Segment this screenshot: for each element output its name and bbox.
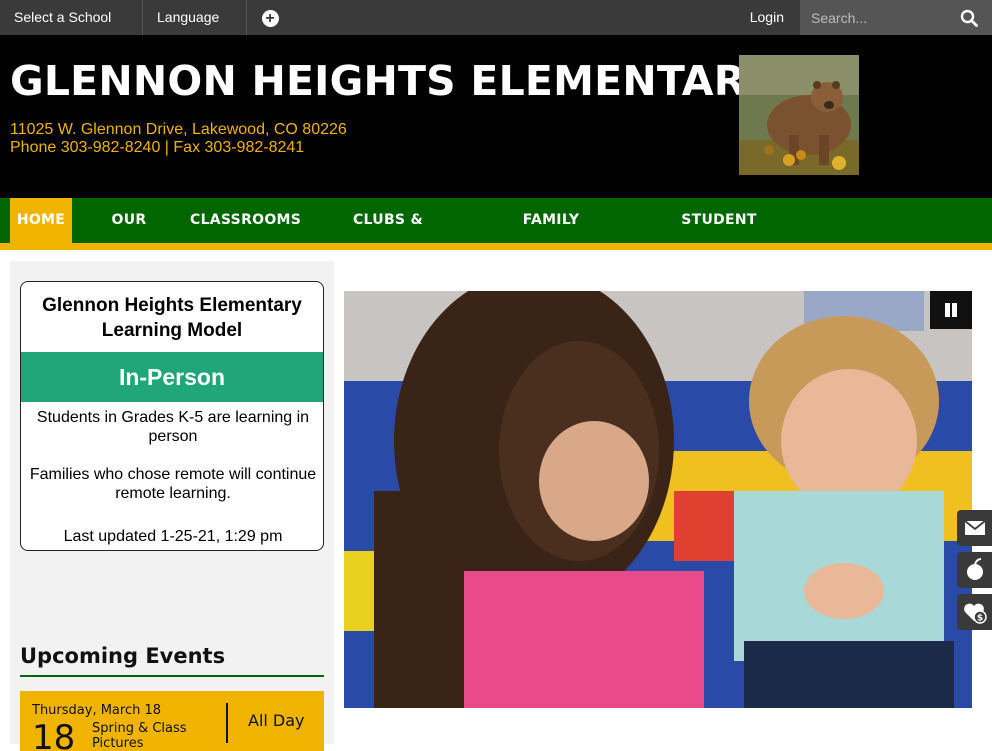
- svg-text:$: $: [977, 614, 983, 624]
- slideshow-image: [344, 291, 972, 708]
- pause-slideshow-button[interactable]: [930, 291, 972, 329]
- event-date: Thursday, March 18: [32, 703, 162, 718]
- envelope-icon: [964, 520, 986, 535]
- nav-item-family-resources[interactable]: FAMILY RESOURCES: [476, 198, 626, 273]
- learning-model-updated: Last updated 1-25-21, 1:29 pm: [63, 528, 283, 545]
- nav-item-clubs-programs[interactable]: CLUBS & PROGRAMS: [310, 198, 466, 273]
- plus-circle-icon: +: [261, 9, 279, 27]
- nav-item-our-school[interactable]: OUR SCHOOL: [78, 198, 180, 273]
- learning-model-grades-text: Students in Grades K-5 are learning in p…: [36, 409, 310, 445]
- event-day-number: 18: [32, 718, 76, 751]
- add-shortcut-button[interactable]: +: [247, 0, 293, 35]
- event-name: Spring & Class Pictures: [92, 721, 187, 751]
- apple-icon: [967, 558, 983, 580]
- email-tab[interactable]: [957, 510, 992, 546]
- nav-item-home[interactable]: HOME: [10, 198, 72, 243]
- event-time: All Day: [248, 711, 305, 730]
- sidebar: Glennon Heights Elementary Learning Mode…: [10, 261, 334, 751]
- learning-model-title: Glennon Heights Elementary Learning Mode…: [42, 295, 302, 341]
- donate-tab[interactable]: $: [957, 594, 992, 630]
- search-input[interactable]: [800, 0, 950, 35]
- learning-model-card: Glennon Heights Elementary Learning Mode…: [20, 281, 324, 551]
- nav-item-student-resources[interactable]: STUDENT RESOURCES: [636, 198, 802, 273]
- pause-icon-bar: [952, 303, 957, 317]
- bear-mascot-image: [739, 55, 859, 175]
- school-address: 11025 W. Glennon Drive, Lakewood, CO 802…: [10, 121, 347, 138]
- nav-item-classrooms[interactable]: CLASSROOMS: [190, 198, 301, 243]
- select-school-label: Select a School: [14, 9, 112, 25]
- search-icon[interactable]: [960, 9, 978, 27]
- select-school-dropdown[interactable]: Select a School ▲▼: [0, 0, 143, 58]
- search-box: [800, 0, 992, 35]
- learning-model-mode: In-Person: [21, 352, 323, 402]
- heart-dollar-icon: $: [964, 603, 987, 624]
- school-phone-fax: Phone 303-982-8240 | Fax 303-982-8241: [10, 139, 305, 156]
- school-name[interactable]: GLENNON HEIGHTS ELEMENTARY: [10, 57, 773, 105]
- event-divider: [226, 703, 228, 743]
- site-header: GLENNON HEIGHTS ELEMENTARY 11025 W. Glen…: [0, 35, 992, 198]
- language-dropdown[interactable]: Language ▲▼: [143, 0, 247, 58]
- event-item[interactable]: Thursday, March 18 18 Spring & Class Pic…: [20, 691, 324, 751]
- language-label: Language: [157, 9, 220, 25]
- login-link[interactable]: Login: [734, 0, 800, 35]
- apple-tab[interactable]: [957, 552, 992, 588]
- school-contact: 11025 W. Glennon Drive, Lakewood, CO 802…: [10, 121, 347, 157]
- learning-model-remote-text: Families who chose remote will continue …: [29, 466, 317, 502]
- utility-bar: Select a School ▲▼ Language ▲▼ + Login: [0, 0, 992, 58]
- upcoming-events-heading: Upcoming Events: [20, 644, 324, 677]
- pause-icon: [945, 303, 950, 317]
- main-nav: HOME OUR SCHOOL CLASSROOMS CLUBS & PROGR…: [0, 198, 992, 273]
